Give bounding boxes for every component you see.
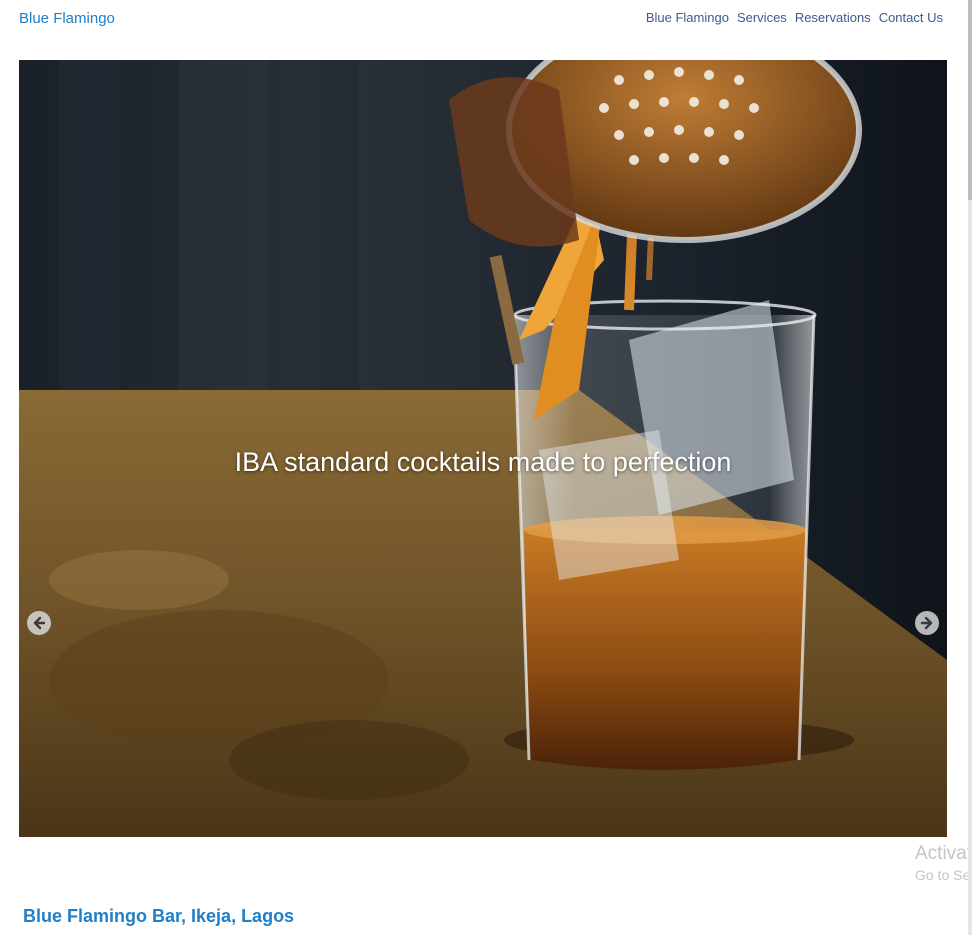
scrollbar-thumb[interactable] [968,0,972,200]
carousel-next-button[interactable] [915,611,939,635]
nav-services[interactable]: Services [737,10,787,25]
arrow-left-circle-icon [33,616,46,630]
page-scrollbar[interactable] [968,0,972,935]
nav-contact-us[interactable]: Contact Us [879,10,943,25]
carousel-prev-button[interactable] [27,611,51,635]
brand-link[interactable]: Blue Flamingo [19,10,115,27]
arrow-right-circle-icon [920,616,933,630]
hero-carousel: IBA standard cocktails made to perfectio… [19,60,947,837]
hero-caption: IBA standard cocktails made to perfectio… [234,447,732,477]
nav-reservations[interactable]: Reservations [795,10,871,25]
nav-blue-flamingo[interactable]: Blue Flamingo [646,10,729,25]
watermark-line-2: Go to Se [915,867,971,883]
section-title: Blue Flamingo Bar, Ikeja, Lagos [23,906,295,926]
activate-windows-watermark: Activat Go to Se [915,843,972,883]
main-nav: Blue Flamingo Services Reservations Cont… [646,10,943,25]
watermark-line-1: Activat [915,843,972,864]
